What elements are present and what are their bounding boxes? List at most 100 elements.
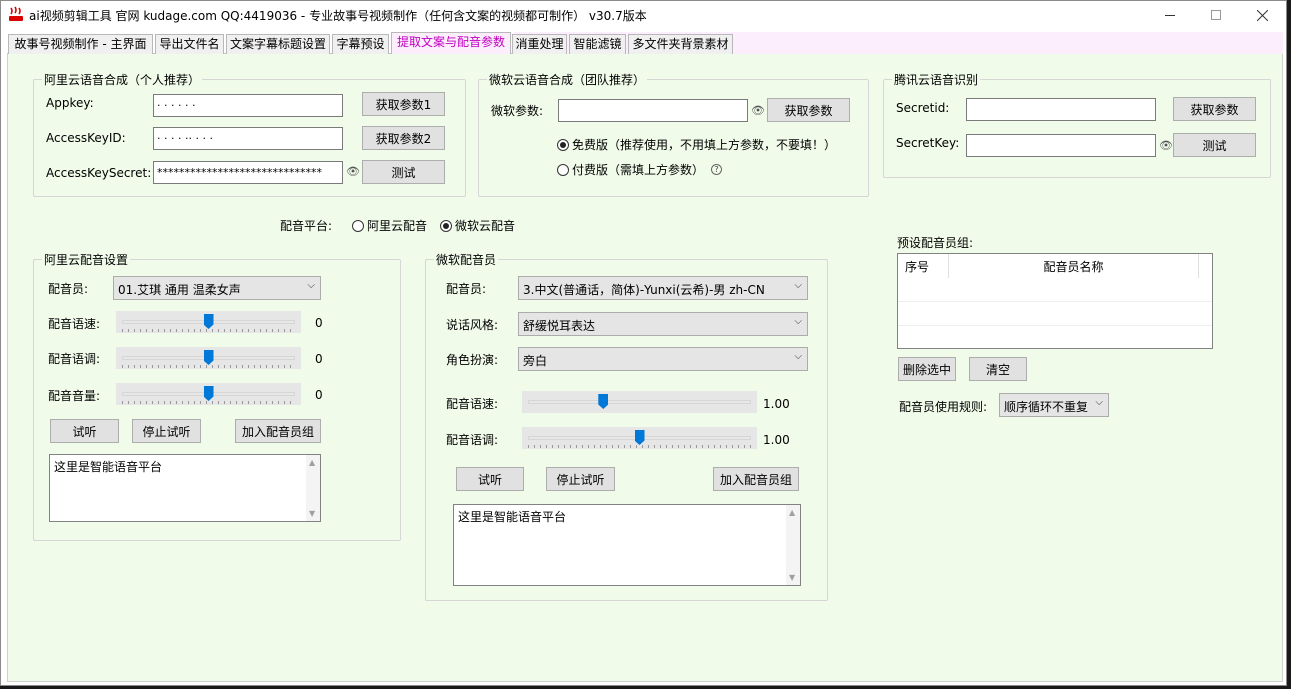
tencent-asr-group: 腾讯云语音识别 [883,71,1271,178]
chevron-down-icon: ⌵ [794,316,802,327]
ms-free-radio-circle [557,138,569,151]
scroll-up-icon: ▲ [309,458,316,467]
ms-voice-value: 3.中文(普通话，简体)-Yunxi(云希)-男 zh-CN [523,283,765,297]
accesskeyid-label: AccessKeyID: [46,131,126,145]
tab-multi-folder-bg[interactable]: 多文件夹背景素材 [628,34,733,54]
aliyun-speed-value: 0 [315,316,323,330]
accesskeysecret-input[interactable]: ****************************** [153,161,343,184]
minimize-button[interactable] [1147,1,1193,29]
preset-clear-button[interactable]: 清空 [969,357,1027,381]
tab-caption-title-settings[interactable]: 文案字幕标题设置 [226,34,330,54]
ms-listen-button[interactable]: 试听 [456,467,524,491]
ms-style-label: 说话风格: [446,318,499,332]
window-title: ai视频剪辑工具 官网 kudage.com QQ:4419036 - 专业故事… [29,9,647,23]
ms-param-input[interactable] [558,99,748,122]
ms-style-select[interactable]: 舒缓悦耳表达 ⌵ [518,312,808,336]
ms-speed-slider[interactable] [522,391,757,413]
tab-content: 阿里云语音合成（个人推荐） Appkey: · · · · · · 获取参数1 … [7,54,1283,682]
tab-export-filename[interactable]: 导出文件名 [155,34,224,54]
chevron-down-icon: ⌵ [794,351,802,362]
aliyun-volume-value: 0 [315,388,323,402]
tencent-test-button[interactable]: 测试 [1173,133,1256,157]
aliyun-get-param2-button[interactable]: 获取参数2 [362,126,445,150]
rule-label: 配音员使用规则: [899,400,988,414]
aliyun-voice-label: 配音员: [48,282,89,296]
tencent-get-param-button[interactable]: 获取参数 [1173,97,1256,121]
aliyun-stop-button[interactable]: 停止试听 [132,419,201,443]
ms-paid-radio[interactable]: 付费版（需填上方参数） [557,161,704,178]
aliyun-tts-title: 阿里云语音合成（个人推荐） [42,71,203,88]
ms-free-label: 免费版（推荐使用，不用填上方参数，不要填！） [572,138,837,152]
ms-text-value: 这里是智能语音平台 [458,510,567,524]
tab-extract-voice-params[interactable]: 提取文案与配音参数 [391,32,511,55]
scrollbar[interactable]: ▲ ▼ [306,455,320,521]
microsoft-tts-title: 微软云语音合成（团队推荐） [487,71,648,88]
scroll-down-icon: ▼ [309,509,316,518]
aliyun-voice-select[interactable]: 01.艾琪 通用 温柔女声 ⌵ [113,276,321,300]
ms-get-param-button[interactable]: 获取参数 [767,98,850,122]
aliyun-speed-thumb[interactable] [203,314,214,329]
secretid-label: Secretid: [896,101,950,115]
aliyun-speed-slider[interactable] [116,311,301,333]
maximize-button[interactable] [1193,1,1239,29]
secretkey-input[interactable] [966,134,1156,157]
show-password-eye-icon[interactable]: 👁 [346,165,360,178]
ms-param-eye-icon[interactable]: 👁 [751,104,765,117]
aliyun-volume-slider[interactable] [116,383,301,405]
aliyun-pitch-label: 配音语调: [48,352,101,366]
ms-pitch-thumb[interactable] [634,430,645,445]
ms-voice-select[interactable]: 3.中文(普通话，简体)-Yunxi(云希)-男 zh-CN ⌵ [518,276,808,300]
col-index-header[interactable]: 序号 [898,254,949,278]
ms-paid-label: 付费版（需填上方参数） [572,163,705,177]
aliyun-get-param1-button[interactable]: 获取参数1 [362,92,445,116]
scroll-up-icon: ▲ [789,508,796,517]
tab-strip: 故事号视频制作 - 主界面 导出文件名 文案字幕标题设置 字幕预设 提取文案与配… [7,32,1283,55]
aliyun-text-area[interactable]: 这里是智能语音平台 ▲ ▼ [49,454,321,522]
aliyun-test-button[interactable]: 测试 [362,160,445,184]
tab-subtitle-preset[interactable]: 字幕预设 [332,34,389,54]
preset-list[interactable]: 序号 配音员名称 [897,253,1213,349]
rule-select[interactable]: 顺序循环不重复 ⌵ [999,393,1109,417]
ms-stop-button[interactable]: 停止试听 [546,467,615,491]
secretkey-label: SecretKey: [896,136,960,150]
chevron-down-icon: ⌵ [1095,397,1103,408]
app-window: ai视频剪辑工具 官网 kudage.com QQ:4419036 - 专业故事… [0,0,1287,686]
ms-pitch-label: 配音语调: [446,433,499,447]
ms-free-radio[interactable]: 免费版（推荐使用，不用填上方参数，不要填！） [557,136,836,153]
ms-pitch-slider[interactable] [522,427,757,449]
ms-speed-label: 配音语速: [446,397,499,411]
aliyun-voice-title: 阿里云配音设置 [42,251,131,268]
aliyun-pitch-value: 0 [315,352,323,366]
close-button[interactable] [1239,1,1285,29]
ms-speed-value: 1.00 [763,397,790,411]
help-icon[interactable]: ? [711,164,722,175]
accesskeyid-input[interactable]: · · · · ·· · · · [153,127,343,150]
aliyun-pitch-slider[interactable] [116,347,301,369]
platform-microsoft-radio[interactable]: 微软云配音 [440,217,515,234]
ms-speed-thumb[interactable] [598,394,609,409]
tab-smart-filter[interactable]: 智能滤镜 [569,34,626,54]
tab-main[interactable]: 故事号视频制作 - 主界面 [8,34,153,54]
secretkey-eye-icon[interactable]: 👁 [1159,139,1173,152]
secretid-input[interactable] [966,98,1156,121]
aliyun-volume-thumb[interactable] [203,386,214,401]
app-logo-icon [9,6,23,21]
ms-text-area[interactable]: 这里是智能语音平台 ▲ ▼ [453,504,801,586]
preset-title: 预设配音员组: [897,236,974,250]
aliyun-listen-button[interactable]: 试听 [50,419,119,443]
tencent-asr-title: 腾讯云语音识别 [892,71,981,88]
platform-microsoft-label: 微软云配音 [455,219,516,233]
ms-role-select[interactable]: 旁白 ⌵ [518,347,808,371]
platform-aliyun-radio[interactable]: 阿里云配音 [352,217,427,234]
col-name-header[interactable]: 配音员名称 [949,254,1199,278]
platform-microsoft-radio-circle [440,219,452,232]
scrollbar[interactable]: ▲ ▼ [786,505,800,585]
preset-delete-button[interactable]: 删除选中 [898,357,956,381]
appkey-input[interactable]: · · · · · · [153,94,343,117]
close-icon [1256,9,1268,21]
ms-role-label: 角色扮演: [446,353,499,367]
aliyun-pitch-thumb[interactable] [203,350,214,365]
ms-add-group-button[interactable]: 加入配音员组 [713,467,799,491]
aliyun-add-group-button[interactable]: 加入配音员组 [235,419,321,443]
tab-dedup[interactable]: 消重处理 [512,34,567,54]
